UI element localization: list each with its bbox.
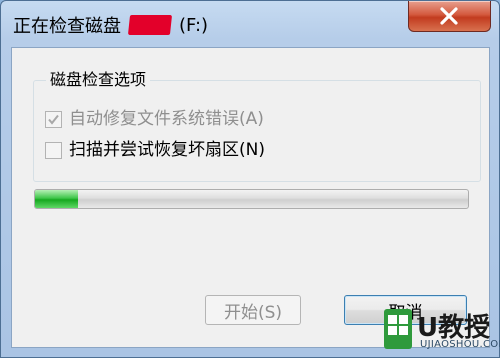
watermark: U教授 UJIAOSHOU.COM <box>382 303 500 358</box>
title-bar[interactable]: 正在检查磁盘 (F:) <box>1 1 499 47</box>
title-text: 正在检查磁盘 <box>13 16 121 37</box>
watermark-url: UJIAOSHOU.COM <box>420 339 500 350</box>
close-button[interactable] <box>408 1 491 32</box>
close-icon <box>440 7 458 25</box>
title-drive-letter: (F:) <box>179 14 209 36</box>
group-title: 磁盘检查选项 <box>46 69 151 91</box>
check-progress-bar <box>34 189 469 209</box>
window-title: 正在检查磁盘 (F:) <box>13 12 208 38</box>
start-button[interactable]: 开始(S) <box>205 295 301 325</box>
checkmark-icon <box>48 114 59 125</box>
auto-fix-label: 自动修复文件系统错误(A) <box>69 109 264 129</box>
auto-fix-checkbox[interactable] <box>45 110 62 128</box>
windows-logo-icon <box>384 309 412 349</box>
redacted-volume-label <box>127 15 173 35</box>
scan-recover-option: 扫描并尝试恢复坏扇区(N) <box>45 139 265 161</box>
disk-check-options-group: 磁盘检查选项 自动修复文件系统错误(A) 扫描并尝试恢复坏扇区(N) <box>33 69 481 182</box>
auto-fix-option: 自动修复文件系统错误(A) <box>45 108 264 130</box>
progress-fill <box>35 190 79 208</box>
scan-recover-label: 扫描并尝试恢复坏扇区(N) <box>69 140 265 160</box>
scan-recover-checkbox[interactable] <box>45 141 62 159</box>
